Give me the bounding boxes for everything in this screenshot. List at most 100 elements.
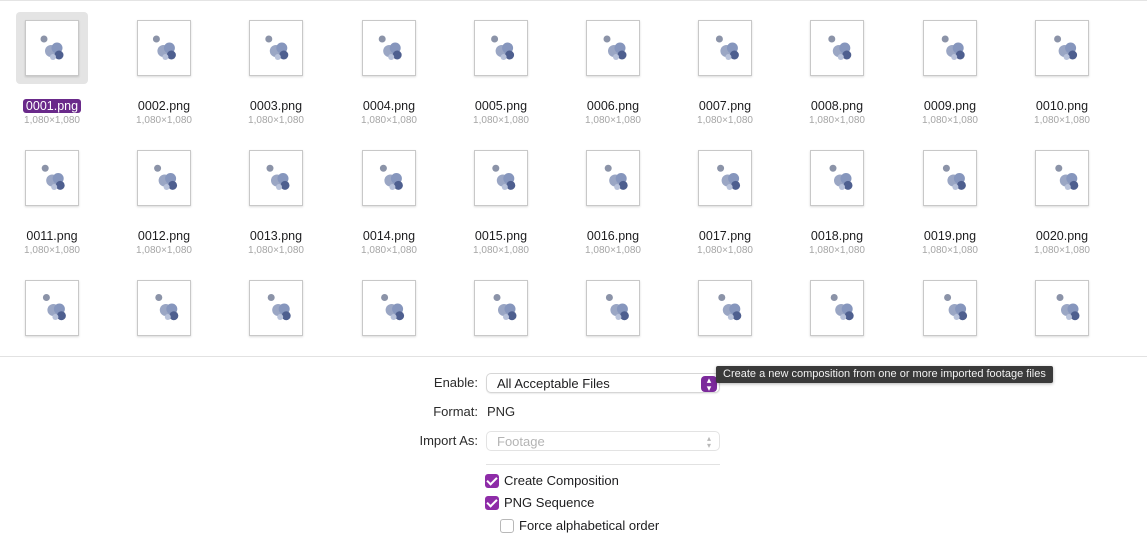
image-preview-icon: [378, 35, 402, 60]
file-name: 0014.png: [339, 228, 439, 244]
file-item[interactable]: 0009.png 1,080×1,080: [914, 12, 1014, 132]
file-browser-grid[interactable]: 0001.png 1,080×1,080 0002.png 1,080×1,080 00…: [0, 1, 1147, 356]
image-thumbnail: [474, 20, 528, 76]
file-item[interactable]: 0006.png 1,080×1,080: [577, 12, 677, 132]
file-item[interactable]: 0026.png: [577, 272, 677, 356]
file-item[interactable]: 0029.png: [914, 272, 1014, 356]
image-preview-icon: [154, 164, 178, 190]
file-name-text: 0019.png: [923, 229, 977, 243]
file-dimensions: 1,080×1,080: [136, 245, 192, 256]
file-item[interactable]: 0030.png: [1026, 272, 1126, 356]
file-dimensions: 1,080×1,080: [24, 115, 80, 126]
file-item[interactable]: 0021.png: [16, 272, 116, 356]
file-item[interactable]: 0023.png: [240, 272, 340, 356]
file-item[interactable]: 0008.png 1,080×1,080: [801, 12, 901, 132]
file-item[interactable]: 0001.png 1,080×1,080: [16, 12, 116, 132]
file-name: 0018.png: [787, 228, 887, 244]
file-item[interactable]: 0010.png 1,080×1,080: [1026, 12, 1126, 132]
tooltip: Create a new composition from one or mor…: [716, 366, 1053, 383]
image-thumbnail: [362, 150, 416, 206]
image-preview-icon: [381, 294, 405, 321]
file-name-text: 0006.png: [586, 99, 640, 113]
file-name: 0013.png: [226, 228, 326, 244]
file-item[interactable]: 0016.png 1,080×1,080: [577, 142, 677, 262]
file-name-text: 0010.png: [1035, 99, 1089, 113]
thumbnail-frame: [16, 12, 88, 84]
file-name-text: 0007.png: [698, 99, 752, 113]
file-name: 0001.png: [2, 98, 102, 114]
file-dimensions: 1,080×1,080: [697, 245, 753, 256]
image-preview-icon: [603, 35, 627, 60]
file-name: 0016.png: [563, 228, 663, 244]
file-item[interactable]: 0024.png: [353, 272, 453, 356]
file-name-text: 0001.png: [22, 99, 82, 113]
image-preview-icon: [42, 294, 66, 321]
file-name-text: 0008.png: [810, 99, 864, 113]
file-name-text: 0014.png: [362, 229, 416, 243]
thumbnail-frame: [689, 272, 761, 344]
file-item[interactable]: 0027.png: [689, 272, 789, 356]
thumbnail-frame: [689, 12, 761, 84]
file-item[interactable]: 0022.png: [128, 272, 228, 356]
file-item[interactable]: 0020.png 1,080×1,080: [1026, 142, 1126, 262]
image-preview-icon: [828, 35, 852, 60]
image-preview-icon: [40, 35, 64, 60]
image-thumbnail: [698, 280, 752, 336]
image-thumbnail: [586, 280, 640, 336]
thumbnail-frame: [577, 272, 649, 344]
thumbnail-frame: [801, 12, 873, 84]
file-item[interactable]: 0011.png 1,080×1,080: [16, 142, 116, 262]
import-as-label: Import As:: [419, 433, 478, 448]
file-item[interactable]: 0017.png 1,080×1,080: [689, 142, 789, 262]
file-item[interactable]: 0025.png: [465, 272, 565, 356]
file-dimensions: 1,080×1,080: [922, 115, 978, 126]
file-item[interactable]: 0007.png 1,080×1,080: [689, 12, 789, 132]
create-composition-checkbox[interactable]: [485, 474, 499, 488]
import-as-select: Footage ▴ ▾: [486, 431, 720, 451]
image-thumbnail: [698, 150, 752, 206]
image-preview-icon: [605, 294, 629, 321]
image-thumbnail: [810, 280, 864, 336]
thumbnail-frame: [689, 142, 761, 214]
file-dimensions: 1,080×1,080: [473, 115, 529, 126]
file-item[interactable]: 0014.png 1,080×1,080: [353, 142, 453, 262]
image-preview-icon: [718, 294, 742, 321]
image-thumbnail: [249, 280, 303, 336]
file-dimensions: 1,080×1,080: [1034, 245, 1090, 256]
thumbnail-frame: [353, 272, 425, 344]
image-thumbnail: [25, 150, 79, 206]
file-name: 0010.png: [1012, 98, 1112, 114]
image-preview-icon: [265, 35, 289, 60]
image-preview-icon: [266, 164, 290, 190]
thumbnail-frame: [128, 12, 200, 84]
png-sequence-checkbox[interactable]: [485, 496, 499, 510]
file-item[interactable]: 0012.png 1,080×1,080: [128, 142, 228, 262]
divider: [0, 356, 1147, 357]
file-item[interactable]: 0018.png 1,080×1,080: [801, 142, 901, 262]
file-item[interactable]: 0003.png 1,080×1,080: [240, 12, 340, 132]
image-thumbnail: [137, 150, 191, 206]
file-item[interactable]: 0013.png 1,080×1,080: [240, 142, 340, 262]
file-item[interactable]: 0004.png 1,080×1,080: [353, 12, 453, 132]
image-preview-icon: [155, 294, 179, 321]
file-dimensions: 1,080×1,080: [136, 115, 192, 126]
image-thumbnail: [249, 150, 303, 206]
image-thumbnail: [810, 150, 864, 206]
file-item[interactable]: 0002.png 1,080×1,080: [128, 12, 228, 132]
file-dimensions: 1,080×1,080: [473, 245, 529, 256]
file-name: 0015.png: [451, 228, 551, 244]
file-dimensions: 1,080×1,080: [24, 245, 80, 256]
thumbnail-frame: [914, 12, 986, 84]
file-dimensions: 1,080×1,080: [248, 115, 304, 126]
chevron-updown-icon[interactable]: ▴ ▾: [701, 376, 717, 393]
file-item[interactable]: 0015.png 1,080×1,080: [465, 142, 565, 262]
file-name: 0004.png: [339, 98, 439, 114]
enable-select[interactable]: All Acceptable Files ▴ ▾: [486, 373, 720, 393]
file-item[interactable]: 0028.png: [801, 272, 901, 356]
thumbnail-frame: [16, 142, 88, 214]
file-item[interactable]: 0005.png 1,080×1,080: [465, 12, 565, 132]
file-item[interactable]: 0019.png 1,080×1,080: [914, 142, 1014, 262]
force-alphabetical-checkbox[interactable]: [500, 519, 514, 533]
image-thumbnail: [810, 20, 864, 76]
png-sequence-label: PNG Sequence: [504, 495, 595, 510]
